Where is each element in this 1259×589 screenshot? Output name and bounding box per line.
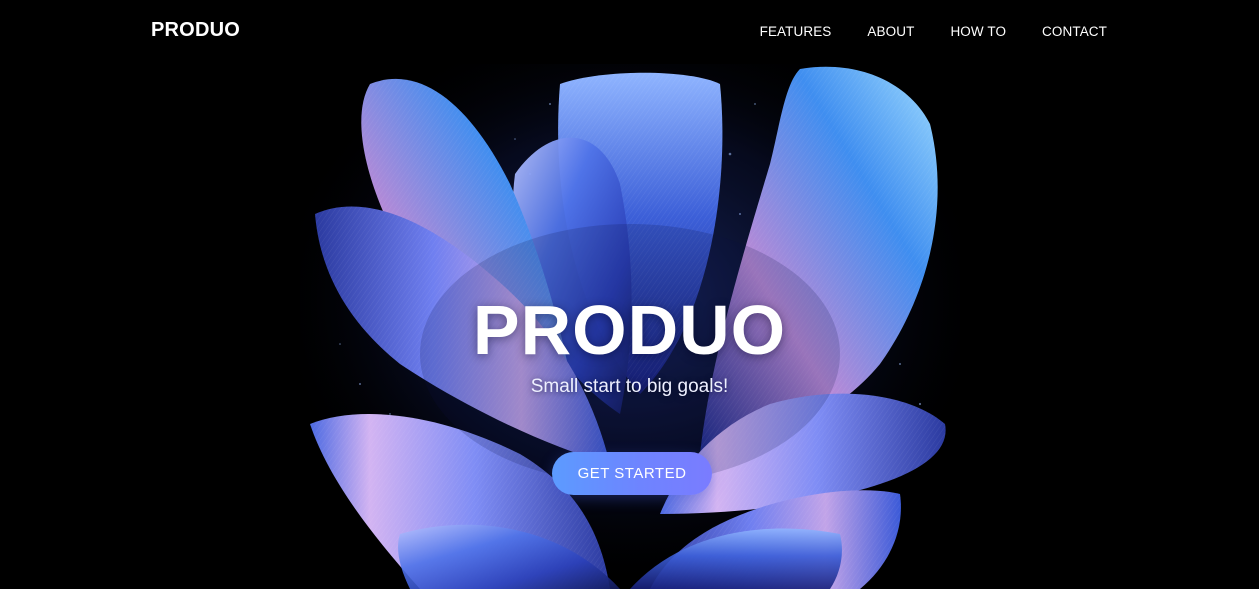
top-navigation: PRODUO FEATURES ABOUT HOW TO CONTACT: [0, 0, 1259, 64]
site-logo[interactable]: PRODUO: [151, 19, 240, 42]
hero-subtitle: Small start to big goals!: [530, 376, 729, 397]
get-started-button[interactable]: GET STARTED: [552, 452, 712, 495]
nav-link-about[interactable]: ABOUT: [867, 24, 914, 39]
nav-link-features[interactable]: FEATURES: [760, 24, 832, 39]
hero-title: PRODUO: [472, 291, 787, 369]
nav-menu: FEATURES ABOUT HOW TO CONTACT: [760, 24, 1107, 39]
nav-link-contact[interactable]: CONTACT: [1042, 24, 1107, 39]
nav-link-how-to[interactable]: HOW TO: [950, 24, 1006, 39]
hero-section: PRODUO Small start to big goals!: [0, 288, 1259, 398]
